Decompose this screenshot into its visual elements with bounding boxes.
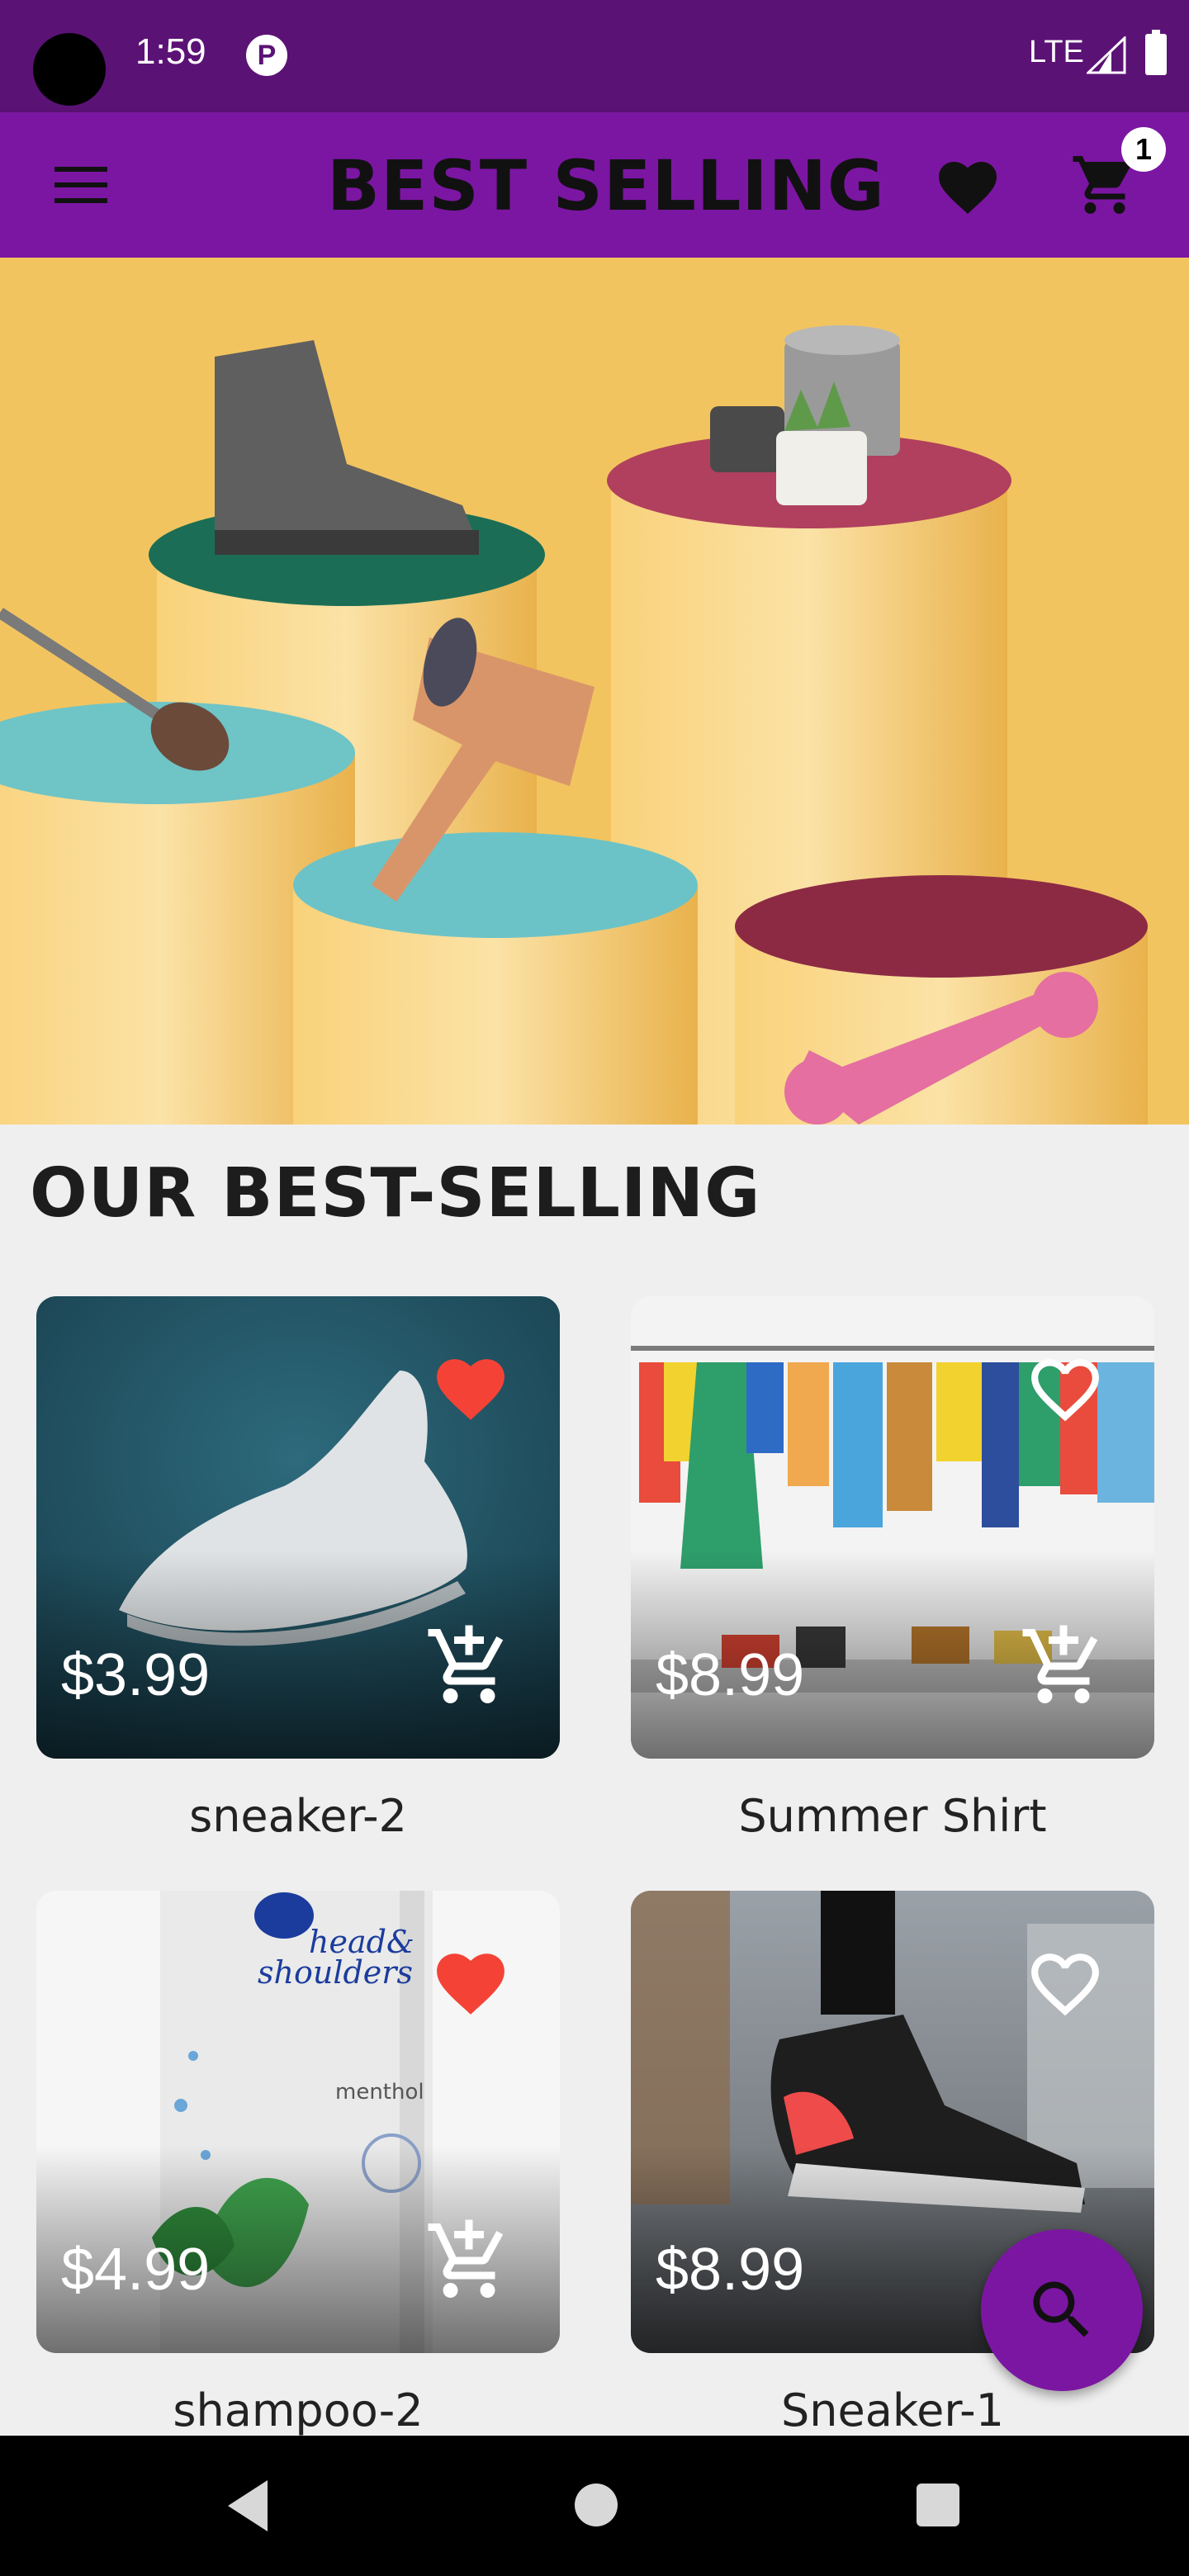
system-nav-bar (0, 2436, 1189, 2576)
product-name[interactable]: shampoo-2 (36, 2384, 560, 2436)
cart-badge: 1 (1121, 127, 1166, 172)
product-card-shampoo-2[interactable]: head& shoulders menthol $4.99 (36, 1891, 560, 2353)
signal-icon (1087, 36, 1126, 74)
favorite-outline-icon[interactable] (1024, 1944, 1106, 2018)
hero-illustration (0, 258, 1189, 1125)
app-bar: BEST SELLING 1 (0, 112, 1189, 258)
product-card-summer-shirt[interactable]: $8.99 (631, 1296, 1154, 1759)
product-price: $3.99 (61, 1642, 211, 1708)
product-price: $8.99 (656, 1642, 805, 1708)
status-time: 1:59 (135, 31, 206, 72)
menu-icon[interactable] (48, 159, 114, 211)
search-icon (1033, 2281, 1089, 2337)
product-name[interactable]: Sneaker-1 (631, 2384, 1154, 2436)
back-icon[interactable] (223, 2477, 272, 2535)
add-to-cart-icon[interactable] (424, 2216, 514, 2305)
favorite-filled-icon[interactable] (429, 1349, 512, 1423)
product-price: $8.99 (656, 2237, 805, 2303)
p-icon: P (246, 35, 287, 76)
product-name[interactable]: sneaker-2 (36, 1790, 560, 1842)
add-to-cart-icon[interactable] (424, 1622, 514, 1711)
search-fab[interactable] (981, 2229, 1143, 2391)
favorite-outline-icon[interactable] (1024, 1349, 1106, 1423)
camera-cutout (33, 33, 106, 106)
status-bar: 1:59 P LTE (0, 0, 1189, 112)
product-name[interactable]: Summer Shirt (631, 1790, 1154, 1842)
product-price: $4.99 (61, 2237, 211, 2303)
home-icon[interactable] (575, 2484, 618, 2526)
battery-icon (1145, 30, 1167, 75)
product-card-sneaker-2[interactable]: $3.99 (36, 1296, 560, 1759)
page-title: BEST SELLING (327, 145, 885, 226)
heart-icon[interactable] (933, 152, 1002, 218)
hero-banner (0, 258, 1189, 1125)
favorite-filled-icon[interactable] (429, 1944, 512, 2018)
section-title: OUR BEST-SELLING (30, 1154, 761, 1233)
recents-icon[interactable] (917, 2484, 959, 2526)
network-type: LTE (1029, 35, 1084, 69)
add-to-cart-icon[interactable] (1019, 1622, 1108, 1711)
